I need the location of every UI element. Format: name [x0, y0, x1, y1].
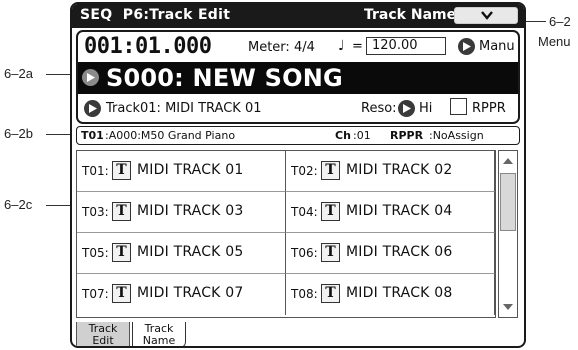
track-id: T04: [291, 205, 318, 219]
tab-title: Track Name [364, 7, 457, 23]
track-name-grid: T01: T MIDI TRACK 01 T02: T MIDI TRACK 0… [76, 150, 496, 318]
title-bar: SEQ P6:Track Edit Track Name [72, 4, 524, 28]
text-edit-button[interactable]: T [321, 284, 340, 303]
triangle-up-icon [503, 158, 513, 164]
triangle-right-icon [89, 104, 97, 113]
meter-display[interactable]: Meter: 4/4 [248, 40, 315, 55]
callout-2a: 6–2a [4, 66, 33, 81]
track-name: MIDI TRACK 07 [137, 285, 244, 301]
chevron-down-icon [481, 11, 493, 20]
song-info-panel: 001:01.000 Meter: 4/4 ♩ = 120.00 Manu S0… [76, 30, 520, 124]
scroll-thumb[interactable] [500, 173, 516, 231]
track-info-rppr-label: RPPR [390, 129, 424, 142]
text-edit-button[interactable]: T [112, 202, 131, 221]
triangle-down-icon [503, 304, 513, 310]
track-name: MIDI TRACK 01 [137, 162, 244, 178]
location-display[interactable]: 001:01.000 [84, 34, 212, 59]
callout-2b: 6–2b [4, 126, 33, 141]
callout-2c: 6–2c [4, 197, 33, 212]
song-name: S000: NEW SONG [106, 64, 343, 92]
text-edit-button[interactable]: T [112, 243, 131, 262]
track-id: T07: [82, 287, 109, 301]
track-info-strip: T01 :A000:M50 Grand Piano Ch :01 RPPR :N… [76, 126, 520, 145]
track-cell: T04: T MIDI TRACK 04 [286, 192, 495, 233]
track-info-ch-label: Ch [335, 129, 351, 142]
page-title: SEQ P6:Track Edit [80, 7, 231, 23]
scroll-up-button[interactable] [500, 152, 516, 170]
reso-label: Reso: [361, 101, 397, 116]
track-id: T01: [82, 164, 109, 178]
lcd-screen: SEQ P6:Track Edit Track Name 001:01.000 … [70, 2, 526, 348]
track-select-popup-button[interactable] [84, 100, 101, 117]
track-name: MIDI TRACK 02 [346, 162, 453, 178]
triangle-right-icon [403, 104, 411, 113]
track-id: T08: [291, 287, 318, 301]
track-info-program: :A000:M50 Grand Piano [105, 129, 236, 142]
track-cell: T06: T MIDI TRACK 06 [286, 233, 495, 274]
song-select-popup-button[interactable] [82, 69, 99, 86]
quarter-note-icon: ♩ [338, 38, 345, 54]
track-cell: T05: T MIDI TRACK 05 [77, 233, 286, 274]
track-id: T02: [291, 164, 318, 178]
track-info-track: T01 [81, 129, 104, 142]
track-name: MIDI TRACK 03 [137, 203, 244, 219]
track-name: MIDI TRACK 05 [137, 244, 244, 260]
page-menu-button[interactable] [454, 7, 518, 24]
track-id: T06: [291, 246, 318, 260]
triangle-right-icon [87, 73, 95, 82]
track-id: T05: [82, 246, 109, 260]
tab-label-line2: Edit [92, 334, 114, 347]
callout-menu-label: Menu [538, 34, 571, 49]
text-edit-button[interactable]: T [112, 161, 131, 180]
track-name: MIDI TRACK 04 [346, 203, 453, 219]
song-select-bar[interactable]: S000: NEW SONG [78, 62, 518, 94]
tempo-field[interactable]: 120.00 [366, 37, 446, 55]
reso-popup-button[interactable] [398, 100, 415, 117]
callout-menu-number: 6–2 [549, 14, 571, 29]
tab-track-name[interactable]: Track Name [132, 322, 186, 347]
triangle-right-icon [463, 42, 471, 51]
tempo-mode-popup-button[interactable] [458, 38, 475, 55]
track-cell: T02: T MIDI TRACK 02 [286, 151, 495, 192]
tempo-mode-value: Manu [479, 39, 515, 54]
tab-track-edit[interactable]: Track Edit [76, 322, 130, 347]
track-cell: T01: T MIDI TRACK 01 [77, 151, 286, 192]
reso-value: Hi [419, 101, 433, 116]
track-select-value: Track01: MIDI TRACK 01 [106, 101, 262, 116]
rppr-checkbox[interactable] [450, 98, 467, 115]
text-edit-button[interactable]: T [321, 202, 340, 221]
track-cell: T03: T MIDI TRACK 03 [77, 192, 286, 233]
track-id: T03: [82, 205, 109, 219]
track-list-scrollbar[interactable] [498, 150, 518, 318]
track-name: MIDI TRACK 06 [346, 244, 453, 260]
track-cell: T08: T MIDI TRACK 08 [286, 274, 495, 315]
track-cell: T07: T MIDI TRACK 07 [77, 274, 286, 315]
rppr-label: RPPR [472, 101, 506, 116]
scroll-down-button[interactable] [500, 298, 516, 316]
text-edit-button[interactable]: T [321, 243, 340, 262]
track-info-rppr-value: :NoAssign [429, 129, 484, 142]
text-edit-button[interactable]: T [321, 161, 340, 180]
track-info-ch-value: :01 [353, 129, 371, 142]
tempo-equals: = [352, 39, 363, 54]
tab-label-line2: Name [142, 334, 176, 347]
text-edit-button[interactable]: T [112, 284, 131, 303]
track-name: MIDI TRACK 08 [346, 285, 453, 301]
